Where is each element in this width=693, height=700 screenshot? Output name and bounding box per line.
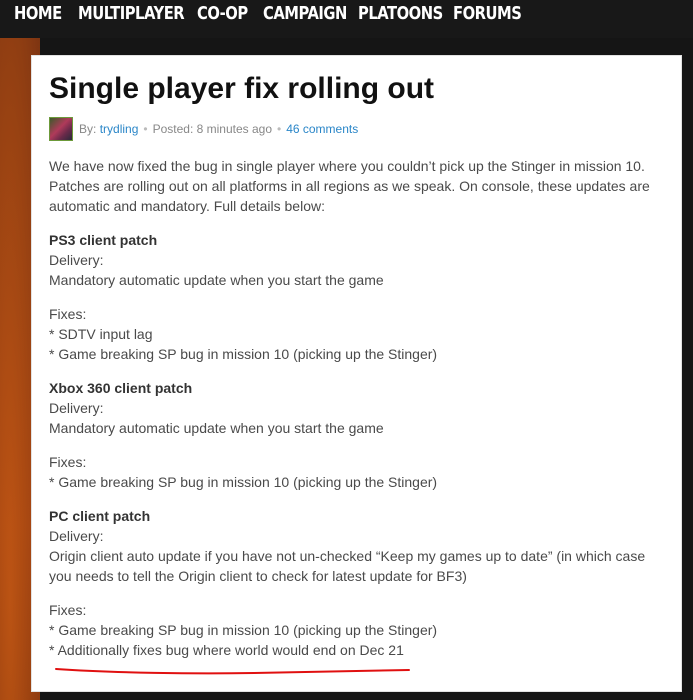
pc-fix-item: * Game breaking SP bug in mission 10 (pi… [49,622,438,638]
pc-delivery-label: Delivery: [49,528,104,544]
ps3-fix-item: * Game breaking SP bug in mission 10 (pi… [49,346,438,362]
ps3-heading: PS3 client patch [49,232,158,248]
pc-fix-item: * Additionally fixes bug where world wou… [49,642,404,658]
ps3-delivery: Mandatory automatic update when you star… [49,272,384,288]
xbox-delivery-label: Delivery: [49,400,104,416]
article-panel: Single player fix rolling out By: trydli… [31,55,682,692]
top-navigation: HOME MULTIPLAYER CO-OP CAMPAIGN PLATOONS… [0,0,693,38]
nav-forums[interactable]: FORUMS [453,3,522,24]
ps3-fixes-label: Fixes: [49,306,87,322]
meta-separator: • [143,122,148,136]
nav-multiplayer[interactable]: MULTIPLAYER [78,3,185,24]
xbox-fix-item: * Game breaking SP bug in mission 10 (pi… [49,474,438,490]
xbox-heading: Xbox 360 client patch [49,380,193,396]
pc-delivery: Origin client auto update if you have no… [49,548,646,584]
nav-home[interactable]: HOME [14,3,62,24]
posted-time: Posted: 8 minutes ago [152,122,272,136]
author-avatar[interactable] [49,117,73,141]
meta-separator: • [277,122,282,136]
pc-fixes-label: Fixes: [49,602,87,618]
author-link[interactable]: trydling [100,122,139,136]
nav-campaign[interactable]: CAMPAIGN [263,3,347,24]
red-underline-annotation [55,668,410,675]
pc-heading: PC client patch [49,508,151,524]
xbox-fixes-label: Fixes: [49,454,87,470]
nav-co-op[interactable]: CO-OP [197,3,248,24]
ps3-delivery-label: Delivery: [49,252,104,268]
by-label: By: [79,122,97,136]
comments-link[interactable]: 46 comments [286,122,358,136]
article-meta: By: trydling • Posted: 8 minutes ago • 4… [49,116,358,142]
xbox-delivery: Mandatory automatic update when you star… [49,420,384,436]
article-title: Single player fix rolling out [49,72,435,105]
article-body: We have now fixed the bug in single play… [49,156,669,660]
nav-platoons[interactable]: PLATOONS [358,3,443,24]
intro-paragraph: We have now fixed the bug in single play… [49,158,650,214]
ps3-fix-item: * SDTV input lag [49,326,153,342]
